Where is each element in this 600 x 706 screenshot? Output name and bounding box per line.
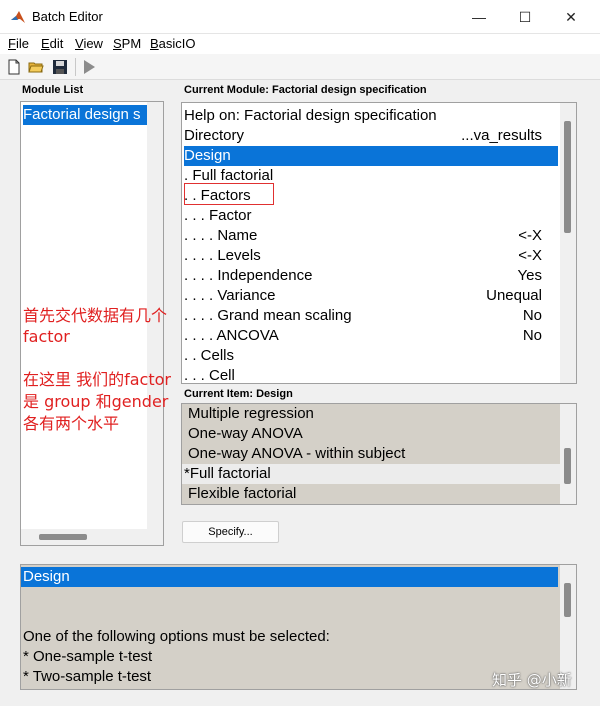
toolbar-separator [75, 58, 76, 76]
module-row-independence[interactable]: . . . . Independence [184, 266, 312, 286]
menu-view[interactable]: View [75, 36, 103, 51]
highlight-box-factors [184, 183, 274, 205]
matlab-icon [11, 11, 25, 23]
module-row-factor[interactable]: . . . Factor [184, 206, 252, 226]
toolbar [0, 54, 600, 80]
item-option[interactable]: Flexible factorial [188, 484, 296, 504]
module-list-item[interactable]: Factorial design s [23, 105, 147, 125]
maximize-button[interactable]: ☐ [502, 0, 548, 34]
module-row-grand-mean-scaling-value: No [522, 307, 542, 324]
help-title: Design [21, 567, 558, 587]
scroll-thumb[interactable] [39, 534, 87, 540]
menu-file[interactable]: File [8, 36, 29, 51]
module-row-variance-value: Unequal [486, 287, 542, 304]
module-row-cells[interactable]: . . Cells [184, 346, 234, 366]
module-row-independence-value: Yes [517, 267, 542, 284]
current-item-label: Current Item: Design [184, 388, 293, 400]
current-module-scrollbar[interactable] [560, 103, 576, 383]
current-module-list[interactable]: Help on: Factorial design specification … [181, 102, 577, 384]
annotation-text: 在这里 我们的factor [23, 370, 171, 389]
run-icon[interactable] [81, 59, 97, 75]
open-folder-icon[interactable] [28, 59, 44, 75]
module-row-help[interactable]: Help on: Factorial design specification [184, 106, 437, 126]
annotation-text: 各有两个水平 [23, 414, 120, 433]
scroll-thumb[interactable] [564, 448, 571, 484]
save-icon[interactable] [52, 59, 68, 75]
current-item-scrollbar[interactable] [560, 404, 576, 504]
module-list-hscrollbar[interactable] [21, 529, 163, 545]
help-line: * One-sample t-test [23, 648, 153, 665]
help-line: * Two-sample t-test [23, 668, 152, 685]
annotation-text: 是 group 和gender [23, 392, 169, 411]
scroll-thumb[interactable] [564, 583, 571, 617]
menu-basicio[interactable]: BasicIO [150, 36, 196, 51]
module-row-directory-value: ...va_results [461, 127, 542, 144]
module-row-grand-mean-scaling[interactable]: . . . . Grand mean scaling [184, 306, 352, 326]
annotation-text: 首先交代数据有几个 [23, 306, 168, 325]
new-file-icon[interactable] [6, 59, 22, 75]
module-row-name[interactable]: . . . . Name [184, 226, 257, 246]
close-button[interactable]: ✕ [548, 0, 594, 34]
annotation-text: factor [23, 327, 70, 346]
window-title: Batch Editor [32, 9, 103, 24]
item-option[interactable]: One-way ANOVA - within subject [188, 444, 405, 464]
watermark: 知乎 @小新 [492, 671, 572, 689]
title-bar: Batch Editor — ☐ ✕ [0, 0, 600, 34]
module-row-design[interactable]: Design [184, 146, 558, 166]
module-row-directory[interactable]: Directory [184, 126, 244, 146]
help-line: One of the following options must be sel… [23, 628, 330, 645]
module-row-ancova-value: No [522, 327, 542, 344]
module-row-ancova[interactable]: . . . . ANCOVA [184, 326, 279, 346]
current-module-label: Current Module: Factorial design specifi… [184, 84, 427, 96]
item-option[interactable]: One-way ANOVA [188, 424, 303, 444]
module-list-label: Module List [22, 84, 84, 96]
scroll-thumb[interactable] [564, 121, 571, 233]
menu-spm[interactable]: SPM [113, 36, 141, 51]
module-row-levels[interactable]: . . . . Levels [184, 246, 261, 266]
minimize-button[interactable]: — [456, 0, 502, 34]
module-row-name-value: <-X [518, 227, 542, 244]
item-option-selected[interactable]: *Full factorial [182, 464, 560, 484]
item-option[interactable]: Multiple regression [188, 404, 314, 424]
module-row-variance[interactable]: . . . . Variance [184, 286, 275, 306]
menu-edit[interactable]: Edit [41, 36, 63, 51]
specify-button[interactable]: Specify... [182, 521, 279, 543]
module-row-cell[interactable]: . . . Cell [184, 366, 235, 383]
menu-bar: File Edit View SPM BasicIO [0, 34, 600, 54]
module-row-levels-value: <-X [518, 247, 542, 264]
current-item-list[interactable]: Multiple regression One-way ANOVA One-wa… [181, 403, 577, 505]
